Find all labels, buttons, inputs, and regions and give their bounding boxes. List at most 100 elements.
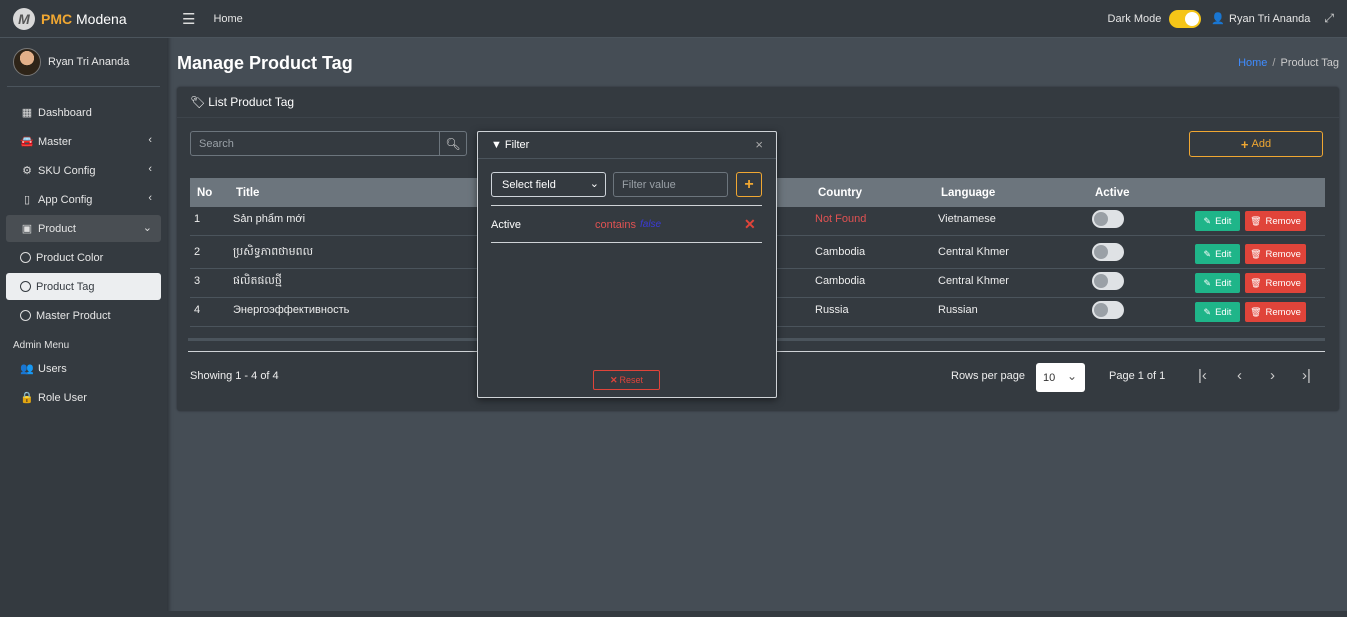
remove-button[interactable]: 🗑 Remove: [1245, 244, 1306, 264]
sidebar-item-label: Product Tag: [36, 280, 95, 293]
edit-label: Edit: [1215, 248, 1232, 260]
circle-icon: [20, 252, 31, 263]
breadcrumb-current: Product Tag: [1280, 57, 1339, 69]
search-icon: 🔍︎: [445, 136, 461, 151]
rule-field: Active: [491, 219, 521, 231]
reset-label: Reset: [619, 375, 644, 385]
rule-value: false: [640, 219, 662, 230]
plus-icon: +: [1240, 136, 1249, 152]
sidebar-item-product-color[interactable]: Product Color: [6, 244, 161, 271]
search-button[interactable]: 🔍︎: [439, 132, 466, 155]
cell-no: 2: [194, 246, 201, 258]
top-right: Dark Mode 👤 Ryan Tri Ananda ⤢: [1108, 9, 1347, 28]
brand[interactable]: M PMC Modena: [0, 0, 167, 38]
divider: [491, 205, 762, 206]
next-page-icon[interactable]: ›: [1270, 367, 1275, 384]
edit-icon: ✎: [1203, 215, 1212, 226]
trash-icon: 🗑: [1250, 248, 1262, 259]
admin-menu-header: Admin Menu: [13, 340, 70, 351]
sidebar-item-label: App Config: [38, 193, 93, 206]
sidebar-item-label: SKU Config: [38, 164, 96, 177]
sidebar-item-app-config[interactable]: ▯ App Config ‹: [6, 186, 161, 213]
sidebar: M PMC Modena Ryan Tri Ananda ▦ Dashboard…: [0, 0, 167, 617]
sidebar-item-dashboard[interactable]: ▦ Dashboard: [6, 99, 161, 126]
active-toggle[interactable]: [1092, 243, 1124, 261]
remove-button[interactable]: 🗑 Remove: [1245, 211, 1306, 231]
filter-value-input[interactable]: [613, 172, 728, 197]
col-title[interactable]: Title: [236, 187, 259, 199]
remove-label: Remove: [1265, 248, 1301, 260]
reset-button[interactable]: ✕ Reset: [593, 370, 660, 390]
top-home-link[interactable]: Home: [213, 13, 242, 25]
fullscreen-icon[interactable]: ⤢: [1324, 11, 1334, 26]
edit-icon: ✎: [1203, 248, 1212, 259]
remove-label: Remove: [1265, 277, 1301, 289]
cell-country: Cambodia: [815, 246, 866, 258]
cell-title: Энергоэффективность: [233, 304, 350, 316]
remove-rule-icon[interactable]: ✕: [744, 216, 756, 233]
edit-label: Edit: [1215, 215, 1232, 227]
breadcrumb-home[interactable]: Home: [1238, 57, 1267, 69]
top-user-menu[interactable]: 👤 Ryan Tri Ananda: [1211, 12, 1311, 26]
sidebar-item-label: Dashboard: [38, 106, 92, 119]
prev-page-icon[interactable]: ‹: [1237, 367, 1242, 384]
first-page-icon[interactable]: |‹: [1198, 367, 1207, 384]
edit-button[interactable]: ✎ Edit: [1195, 211, 1240, 231]
page-info: Page 1 of 1: [1109, 370, 1166, 382]
remove-label: Remove: [1265, 215, 1301, 227]
top-user-name: Ryan Tri Ananda: [1229, 12, 1311, 25]
close-icon[interactable]: ×: [755, 137, 763, 152]
active-toggle[interactable]: [1092, 210, 1124, 228]
rule-operator: contains: [595, 219, 636, 231]
edit-button[interactable]: ✎ Edit: [1195, 244, 1240, 264]
trash-icon: 🗑: [1250, 215, 1262, 226]
sidebar-item-product[interactable]: ▣ Product ⌄: [6, 215, 161, 242]
add-filter-button[interactable]: +: [736, 172, 762, 197]
breadcrumb: Home / Product Tag: [1238, 57, 1339, 69]
col-language[interactable]: Language: [941, 187, 995, 199]
edit-icon: ✎: [1203, 306, 1212, 317]
hamburger-icon[interactable]: ☰: [182, 10, 195, 28]
active-toggle[interactable]: [1092, 272, 1124, 290]
cell-no: 4: [194, 304, 201, 316]
rows-per-page-select[interactable]: 10 ⌄: [1036, 363, 1085, 392]
divider: [491, 242, 762, 243]
sidebar-item-role-user[interactable]: 🔒 Role User: [6, 384, 161, 411]
col-no[interactable]: No: [197, 187, 212, 199]
remove-button[interactable]: 🗑 Remove: [1245, 273, 1306, 293]
trash-icon: 🗑: [1250, 306, 1262, 317]
last-page-icon[interactable]: ›|: [1302, 367, 1311, 384]
edit-button[interactable]: ✎ Edit: [1195, 273, 1240, 293]
dark-mode-toggle[interactable]: [1169, 9, 1202, 28]
chevron-left-icon: ‹: [148, 192, 152, 204]
search-input[interactable]: [191, 132, 439, 155]
field-select[interactable]: Select field ⌄: [491, 172, 606, 197]
rows-per-page-value: 10: [1043, 371, 1056, 384]
chevron-down-icon: ⌄: [142, 222, 152, 234]
col-active[interactable]: Active: [1095, 187, 1130, 199]
active-toggle[interactable]: [1092, 301, 1124, 319]
add-button[interactable]: + Add: [1189, 131, 1323, 157]
sidebar-item-label: Product: [38, 222, 76, 235]
edit-button[interactable]: ✎ Edit: [1195, 302, 1240, 322]
chevron-down-icon: ⌄: [589, 178, 599, 190]
user-panel[interactable]: Ryan Tri Ananda: [7, 38, 160, 87]
sidebar-item-label: Master: [38, 135, 72, 148]
sidebar-item-sku-config[interactable]: ⚙ SKU Config ‹: [6, 157, 161, 184]
remove-label: Remove: [1265, 306, 1301, 318]
cell-language: Russian: [938, 304, 978, 316]
tags-icon: 🏷: [190, 95, 206, 109]
circle-icon: [20, 310, 31, 321]
sidebar-item-master-product[interactable]: Master Product: [6, 302, 161, 329]
sidebar-item-users[interactable]: 👥 Users: [6, 355, 161, 382]
breadcrumb-separator: /: [1272, 57, 1276, 69]
car-icon: 🚘: [20, 136, 34, 148]
sidebar-item-label: Product Color: [36, 251, 104, 264]
filter-icon: ▼: [491, 139, 502, 151]
filter-title: Filter: [504, 139, 530, 151]
col-country[interactable]: Country: [818, 187, 862, 199]
sidebar-item-product-tag[interactable]: Product Tag: [6, 273, 161, 300]
sidebar-item-master[interactable]: 🚘 Master ‹: [6, 128, 161, 155]
user-icon: 👤: [1211, 13, 1226, 25]
remove-button[interactable]: 🗑 Remove: [1245, 302, 1306, 322]
